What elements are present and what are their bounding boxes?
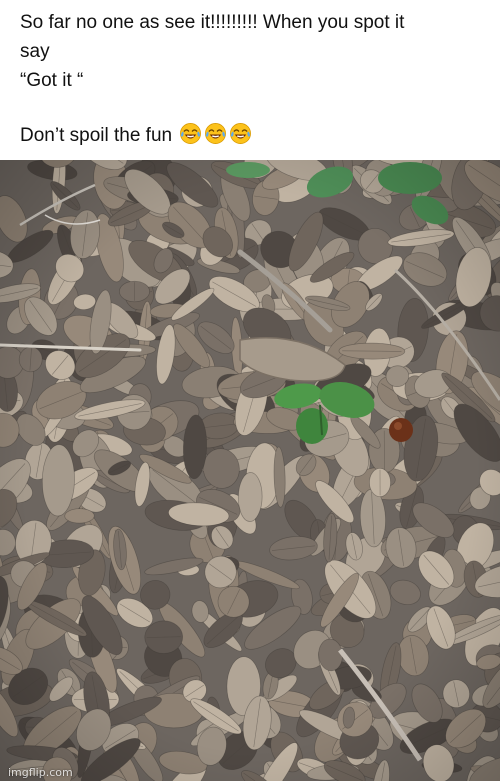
tears-of-joy-icon <box>204 122 227 145</box>
tears-of-joy-icon <box>179 122 202 145</box>
caption-line-4: Don’t spoil the fun <box>20 122 252 147</box>
caption-line-3: “Got it “ <box>20 70 84 91</box>
leaf-litter-image <box>0 160 500 781</box>
forest-floor-photo: imgflip.com <box>0 160 500 781</box>
caption-area: So far no one as see it!!!!!!!!! When yo… <box>0 0 500 160</box>
tears-of-joy-icon <box>229 122 252 145</box>
caption-line-2: say <box>20 41 50 62</box>
caption-line-1: So far no one as see it!!!!!!!!! When yo… <box>20 12 405 33</box>
imgflip-watermark: imgflip.com <box>8 766 73 779</box>
caption-line-4-text: Don’t spoil the fun <box>20 125 173 146</box>
